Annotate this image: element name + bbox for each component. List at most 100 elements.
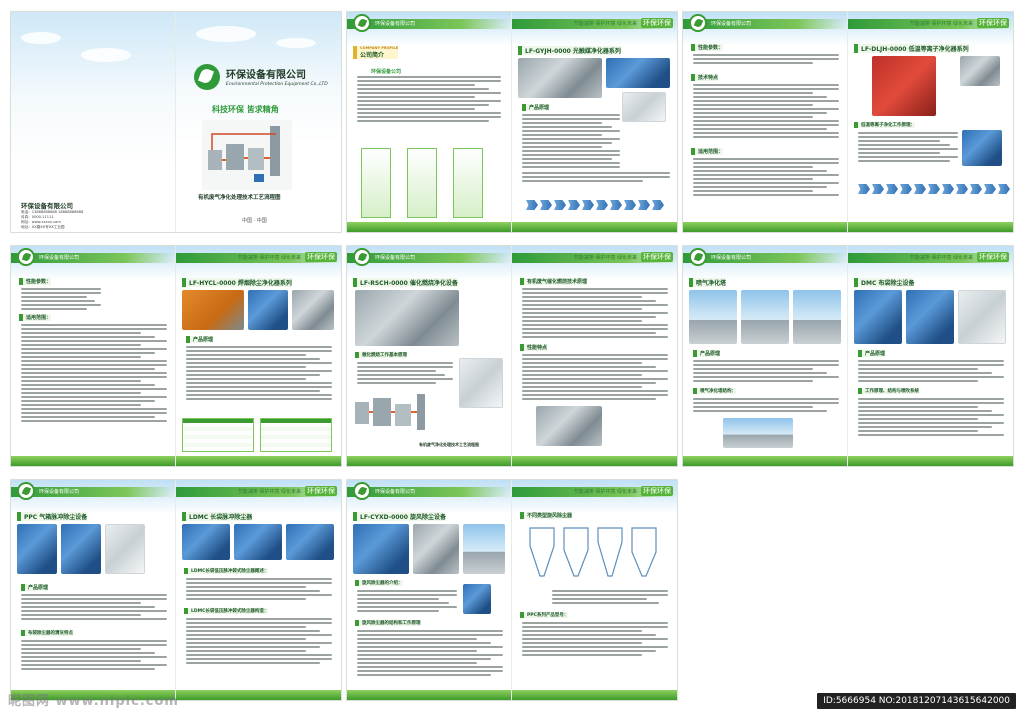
header-slogan: 节能减排 保护环境 绿化未来	[237, 255, 301, 261]
header-brand: 环保环保	[305, 252, 337, 262]
cover-diagram-caption: 有机废气净化处理技术工艺流程图	[198, 195, 281, 201]
section-paragraph	[186, 346, 332, 402]
page-photocatalyst-specs: 环保设备有限公司 性能参数： 技术特点 适用范围：	[683, 12, 848, 232]
section-paragraph	[186, 578, 332, 602]
feature-list	[522, 354, 668, 402]
product-photo	[536, 406, 602, 446]
header-slogan: 节能减排 保护环境 绿化未来	[237, 489, 301, 495]
product-photo	[622, 92, 666, 122]
process-flow-graphic	[858, 184, 1010, 194]
header-company: 环保设备有限公司	[375, 21, 416, 27]
section-heading: 适用范围：	[691, 148, 724, 155]
section-heading: 性能参数：	[691, 44, 724, 51]
product-title: LF-CYXD-0000 旋风除尘设备	[353, 512, 446, 521]
cyclone-types-diagram	[529, 527, 657, 577]
section-heading: 产品原理	[21, 584, 49, 591]
product-photo	[906, 290, 954, 344]
contact-line: 地址：XX路XX号XX工业园	[21, 225, 65, 229]
company-logo-icon	[689, 14, 707, 32]
section-paragraph	[522, 114, 620, 170]
product-title: 喷气净化塔	[689, 278, 727, 287]
spec-table	[260, 418, 332, 452]
image-id-badge: ID:5666954 NO:20181207143615642000	[817, 693, 1016, 709]
company-logo-icon	[353, 248, 371, 266]
section-heading: 喷气净化塔结构：	[693, 388, 736, 394]
page-ldmc: 节能减排 保护环境 绿化未来 环保环保 LDMC 长袋脉冲除尘器 LDMC长袋低…	[176, 480, 341, 700]
product-photo	[355, 290, 459, 346]
section-heading: 布袋除尘器的清灰特点	[21, 630, 73, 636]
page-catalytic-principle: 节能减排 保护环境 绿化未来 环保环保 有机废气催化燃烧技术原理 性能特点	[512, 246, 677, 466]
cover-subtitle-en: Environmental Protection Equipment Co.,L…	[226, 82, 328, 87]
section-heading: LDMC长袋低压脉冲袋式除尘器概述：	[184, 568, 269, 574]
product-photo	[606, 58, 670, 88]
header-company: 环保设备有限公司	[711, 21, 752, 27]
product-photo	[17, 524, 57, 574]
company-logo-icon	[17, 248, 35, 266]
section-title: COMPANY PROFILE 公司简介	[353, 46, 399, 59]
product-photo	[182, 524, 230, 560]
product-title: LF-GYJH-0000 光触媒净化器系列	[518, 46, 621, 55]
spread-company-profile: 环保设备有限公司 COMPANY PROFILE 公司简介 环保设备公司 节能减…	[346, 11, 678, 233]
page-plasma-specs: 环保设备有限公司 性能参数： 适用范围：	[11, 246, 176, 466]
front-cover-page: 环保设备有限公司 Environmental Protection Equipm…	[176, 12, 341, 232]
header-slogan: 节能减排 保护环境 绿化未来	[573, 255, 637, 261]
product-photo	[793, 290, 841, 344]
product-photo	[463, 524, 505, 574]
section-paragraph	[858, 132, 958, 164]
page-ppc: 环保设备有限公司 PPC 气箱脉冲除尘设备 产品原理 布袋除尘器的清灰特点	[11, 480, 176, 700]
product-photo	[962, 130, 1002, 166]
section-heading: 性能特点	[520, 344, 548, 351]
company-logo-icon	[353, 14, 371, 32]
product-photo	[960, 56, 1000, 86]
section-paragraph	[357, 590, 457, 614]
company-logo-icon	[353, 482, 371, 500]
section-paragraph	[186, 618, 332, 666]
product-title: DMC 布袋除尘设备	[854, 278, 915, 287]
section-paragraph	[693, 360, 839, 384]
product-photo	[182, 290, 244, 330]
process-flow-graphic	[526, 200, 664, 210]
section-heading: 低温等离子净化工作原理：	[854, 122, 915, 128]
product-photo	[105, 524, 145, 574]
section-heading: 产品原理	[858, 350, 886, 357]
product-photo	[958, 290, 1006, 344]
diagram-caption: 有机废气净化处理技术工艺流程图	[419, 442, 479, 447]
product-photo	[353, 524, 409, 574]
section-heading: 产品原理	[522, 104, 550, 111]
section-heading: LDMC长袋低压脉冲袋式除尘器构造：	[184, 608, 269, 614]
header-slogan: 节能减排 保护环境 绿化未来	[909, 255, 973, 261]
section-heading: 技术特点	[691, 74, 719, 81]
scope-list	[693, 158, 839, 198]
back-cover-page: 环保设备有限公司 电话：13888888888 18888888888 传真：0…	[11, 12, 176, 232]
product-photo	[518, 58, 602, 98]
header-brand: 环保环保	[977, 18, 1009, 28]
spread-catalytic-combustion: 环保设备有限公司 LF-RSCH-0000 催化燃烧净化设备 催化燃烧工作基本原…	[346, 245, 678, 467]
product-photo	[854, 290, 902, 344]
section-heading: 旋风除尘器的结构和工作原理	[355, 620, 421, 626]
section-heading: 性能参数：	[19, 278, 52, 285]
page-plasma: 节能减排 保护环境 绿化未来 环保环保 LF-DLJH-0000 低温等离子净化…	[848, 12, 1013, 232]
section-heading: 工作原理、结构与喷吹系统	[858, 388, 919, 394]
page-cyclone: 环保设备有限公司 LF-CYXD-0000 旋风除尘设备 旋风除尘器的介绍： 旋…	[347, 480, 512, 700]
section-title-cn: 公司简介	[360, 52, 385, 59]
product-photo	[286, 524, 334, 560]
value-box	[453, 148, 483, 218]
cover-company-name: 环保设备有限公司	[21, 202, 73, 210]
page-dmc-baghouse: 节能减排 保护环境 绿化未来 环保环保 DMC 布袋除尘设备 产品原理 工作原理…	[848, 246, 1013, 466]
parameter-list	[21, 288, 101, 312]
product-photo	[248, 290, 288, 330]
site-watermark: 昵图网 www.nipic.com	[8, 694, 179, 709]
section-paragraph	[357, 630, 503, 678]
process-diagram-image	[202, 120, 292, 190]
product-title: LF-HYCL-0000 焊烟除尘净化器系列	[182, 278, 292, 287]
section-heading: 有机废气催化燃烧技术原理	[520, 278, 588, 285]
header-slogan: 节能减排 保护环境 绿化未来	[909, 21, 973, 27]
product-title: LF-RSCH-0000 催化燃烧净化设备	[353, 278, 458, 287]
section-paragraph	[552, 590, 668, 606]
section-paragraph	[858, 398, 1004, 438]
section-heading: 不同类型旋风除尘器	[520, 512, 573, 519]
section-paragraph	[21, 640, 167, 672]
section-heading: PPC系列产品型号：	[520, 612, 569, 618]
section-heading: 旋风除尘器的介绍：	[355, 580, 403, 586]
section-heading: 产品原理	[186, 336, 214, 343]
